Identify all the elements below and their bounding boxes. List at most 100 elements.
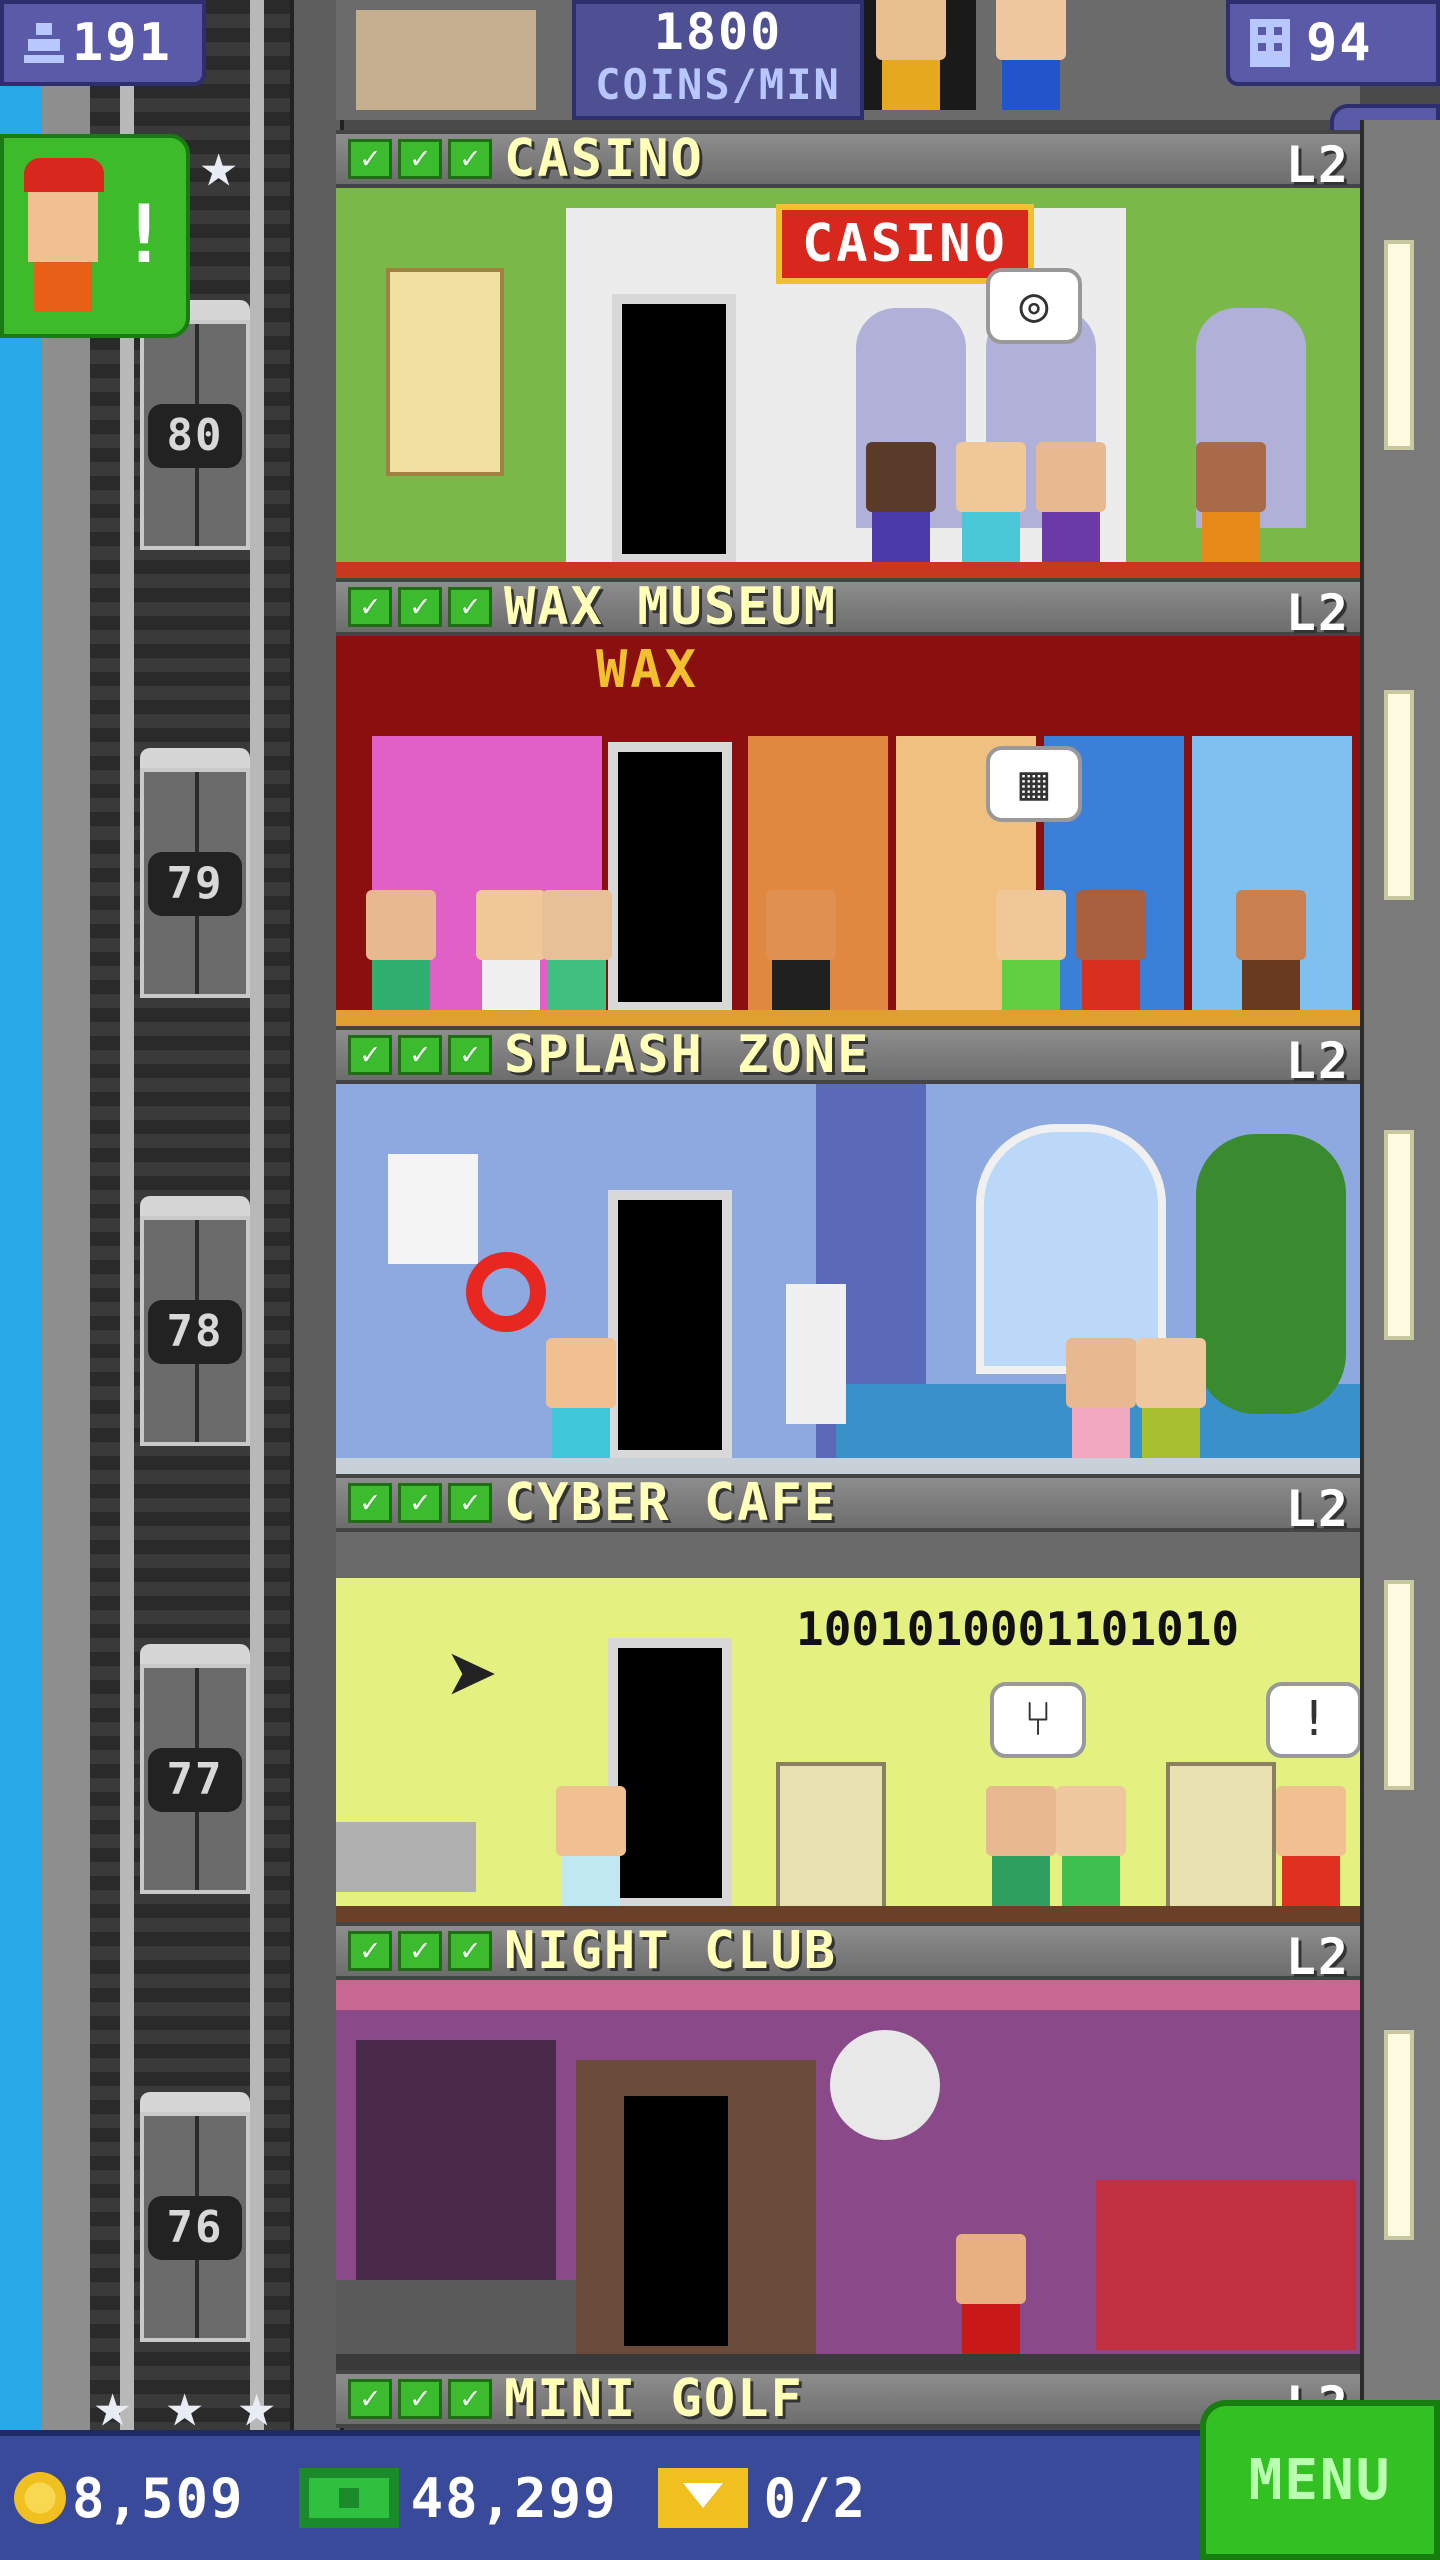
ceiling-lights: [336, 1532, 1360, 1578]
speech-bubble-alert-icon[interactable]: !: [1266, 1682, 1360, 1758]
visitor-cap: [24, 158, 104, 192]
menu-button[interactable]: MENU: [1200, 2400, 1440, 2560]
person-up-icon: [24, 23, 64, 63]
bux-value: 48,299: [410, 2466, 618, 2530]
floor-header: ✓ ✓ ✓ CASINO L2: [336, 129, 1360, 194]
star-checks: ✓ ✓ ✓: [348, 1035, 492, 1075]
floor-number: 76: [148, 2196, 242, 2260]
lounge-sofa: [1096, 2180, 1356, 2350]
arched-window: [976, 1124, 1166, 1374]
star-checks: ✓ ✓ ✓: [348, 139, 492, 179]
resident-figure[interactable]: [542, 890, 612, 1010]
star-checks: ✓ ✓ ✓: [348, 1483, 492, 1523]
floor-cyber-cafe[interactable]: ✓ ✓ ✓ CYBER CAFE L2 1001010001101010 ➤ ⑂…: [336, 1473, 1360, 1922]
floor-dance: [336, 2354, 1360, 2370]
coins-value: 8,509: [72, 2466, 245, 2530]
resident-figure[interactable]: [1056, 1786, 1126, 1906]
coins-counter[interactable]: 8,509: [14, 2467, 245, 2530]
floor-night-club[interactable]: ✓ ✓ ✓ NIGHT CLUB L2: [336, 1921, 1360, 2370]
floor-door: [614, 2086, 738, 2356]
night-club-room[interactable]: [336, 1980, 1360, 2370]
speech-bubble-building-icon[interactable]: ▦: [986, 746, 1082, 822]
star-checks: ✓ ✓ ✓: [348, 2379, 492, 2419]
check-icon: ✓: [348, 587, 392, 627]
life-ring: [466, 1252, 546, 1332]
disco-ball: [830, 2030, 940, 2140]
coins-rate-unit: COINS/MIN: [595, 60, 841, 109]
check-icon: ✓: [398, 1931, 442, 1971]
floor-header: ✓ ✓ ✓ SPLASH ZONE L2: [336, 1025, 1360, 1090]
check-icon: ✓: [348, 2379, 392, 2419]
resident-figure[interactable]: [556, 1786, 626, 1906]
resident-figure[interactable]: [1196, 442, 1266, 562]
resident-figure[interactable]: [996, 890, 1066, 1010]
resident-figure[interactable]: [1136, 1338, 1206, 1458]
visitor-notification-button[interactable]: !: [0, 134, 190, 338]
casino-room[interactable]: CASINO ◎: [336, 188, 1360, 578]
check-icon: ✓: [398, 1483, 442, 1523]
resident-figure[interactable]: [1076, 890, 1146, 1010]
floor-level: L2: [1285, 584, 1350, 642]
check-icon: ✓: [348, 1035, 392, 1075]
resident-figure[interactable]: [476, 890, 546, 1010]
check-icon: ✓: [398, 2379, 442, 2419]
resident-figure[interactable]: [1276, 1786, 1346, 1906]
floor-number: 78: [148, 1300, 242, 1364]
floor-tiles: [336, 1458, 1360, 1474]
floors-counter[interactable]: 94: [1226, 0, 1440, 86]
bux-icon: [298, 2468, 399, 2528]
floor-name: SPLASH ZONE: [504, 1025, 871, 1085]
population-counter[interactable]: 191: [0, 0, 206, 86]
lobby-desk: [356, 10, 536, 110]
resident-figure[interactable]: [1066, 1338, 1136, 1458]
ticket-icon: [657, 2468, 748, 2528]
tickets-value: 0/2: [763, 2466, 868, 2530]
floor-level: L2: [1285, 1032, 1350, 1090]
cyber-cafe-room[interactable]: 1001010001101010 ➤ ⑂ !: [336, 1532, 1360, 1922]
floors-value: 94: [1306, 13, 1373, 73]
wax-museum-room[interactable]: WAX ▦: [336, 636, 1360, 1026]
floor-casino[interactable]: ✓ ✓ ✓ CASINO L2 CASINO ◎: [336, 129, 1360, 578]
speech-bubble-chair-icon[interactable]: ⑂: [990, 1682, 1086, 1758]
resident-figure[interactable]: [956, 442, 1026, 562]
resident-figure[interactable]: [766, 890, 836, 1010]
cursor-icon: ➤: [446, 1624, 501, 1729]
check-icon: ✓: [348, 139, 392, 179]
resident-figure[interactable]: [366, 890, 436, 1010]
floor-name: NIGHT CLUB: [504, 1921, 838, 1981]
floor-splash-zone[interactable]: ✓ ✓ ✓ SPLASH ZONE L2: [336, 1025, 1360, 1474]
floor-number: 77: [148, 1748, 242, 1812]
check-icon: ✓: [448, 1483, 492, 1523]
check-icon: ✓: [448, 587, 492, 627]
floor-name: MINI GOLF: [504, 2369, 804, 2429]
bux-counter[interactable]: 48,299: [298, 2466, 618, 2530]
resident-figure[interactable]: [876, 0, 946, 110]
population-value: 191: [72, 13, 172, 73]
resident-figure[interactable]: [546, 1338, 616, 1458]
star-icon: ★: [200, 128, 238, 201]
tickets-counter[interactable]: 0/2: [657, 2466, 868, 2530]
star-checks: ✓ ✓ ✓: [348, 1931, 492, 1971]
window: [1384, 690, 1414, 900]
coin-icon: [14, 2472, 66, 2524]
computer-terminal: [776, 1762, 886, 1912]
elevator-rail-left: [120, 0, 134, 2560]
ceiling-rail: [336, 1980, 1360, 2010]
speech-bubble-coin-icon[interactable]: ◎: [986, 268, 1082, 344]
floor-wax-museum[interactable]: ✓ ✓ ✓ WAX MUSEUM L2 WAX ▦: [336, 577, 1360, 1026]
floor-level: L2: [1285, 1480, 1350, 1538]
resident-figure[interactable]: [986, 1786, 1056, 1906]
floor-door: [612, 294, 736, 564]
floor-number: 80: [148, 404, 242, 468]
resident-figure[interactable]: [1036, 442, 1106, 562]
resident-figure[interactable]: [956, 2234, 1026, 2354]
floor-name: WAX MUSEUM: [504, 577, 838, 637]
resident-figure[interactable]: [996, 0, 1066, 110]
splash-zone-room[interactable]: [336, 1084, 1360, 1474]
cashier-window: [386, 268, 504, 476]
check-icon: ✓: [348, 1931, 392, 1971]
resident-figure[interactable]: [866, 442, 936, 562]
resident-figure[interactable]: [1236, 890, 1306, 1010]
visitor-body: [34, 262, 92, 312]
floor-door: [608, 1190, 732, 1460]
